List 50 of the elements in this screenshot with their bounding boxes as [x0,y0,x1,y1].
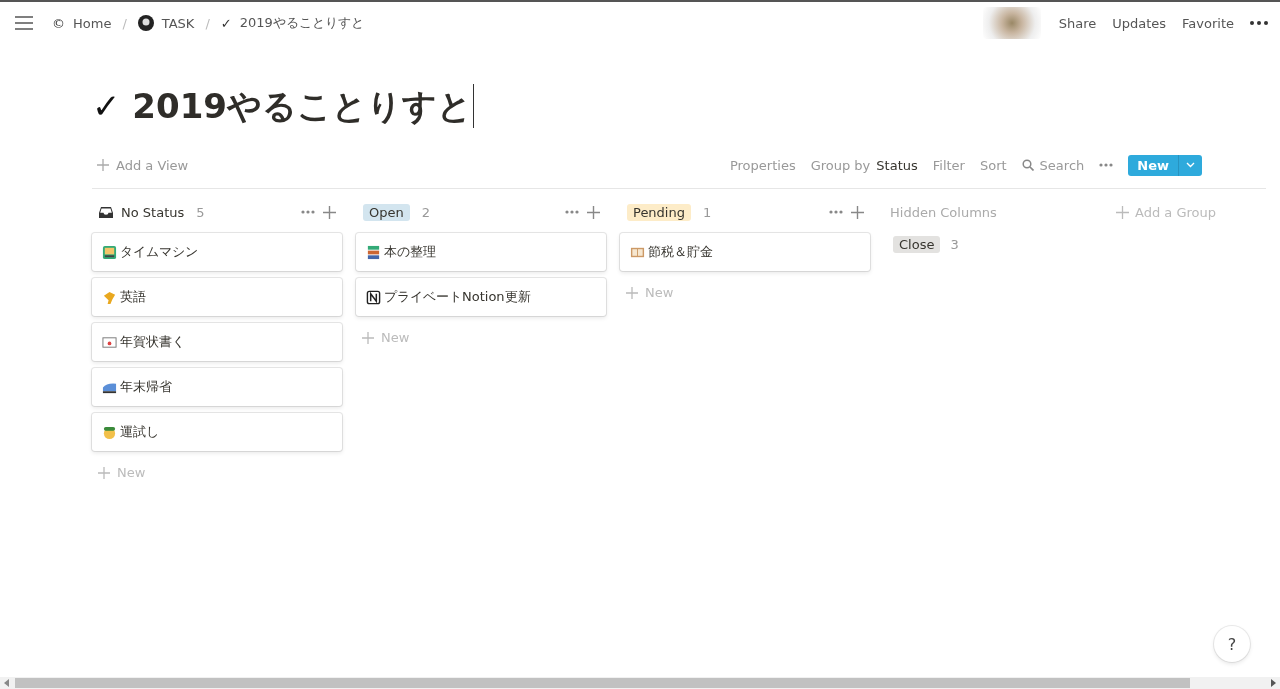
n-logo-icon [366,289,381,305]
hidden-columns-title: Hidden Columns [890,204,998,222]
scroll-right-icon[interactable] [1271,679,1276,687]
add-icon [1116,205,1129,219]
task-card[interactable]: プライベートNotion更新 [356,278,606,316]
inbox-icon [99,205,113,219]
topbar-link[interactable]: Updates [1112,15,1167,31]
task-card[interactable]: 英語 [92,278,342,316]
card-count: 1 [702,204,712,220]
card-count: 2 [421,204,430,220]
books-icon [366,244,381,260]
task-card[interactable]: 節税＆貯金 [620,233,870,271]
breadcrumb-link[interactable]: ✓ 2019やることりすと [217,12,367,34]
tv-icon [102,244,117,260]
chevron-icon [1186,162,1195,168]
menu-icon[interactable] [15,16,33,30]
help-button[interactable]: ? [1214,626,1250,662]
avatar-icon[interactable] [982,7,1041,39]
card-count: 5 [196,204,205,220]
task-card[interactable]: タイムマシン [92,233,342,271]
breadcrumb-separator: / [205,15,210,31]
horizontal-scrollbar[interactable] [0,677,1280,689]
add-icon [97,159,109,171]
search-icon [1021,159,1034,171]
add-icon [362,331,374,344]
topbar-link[interactable]: Share [1058,15,1097,31]
status-tag: Open [363,203,410,221]
group-by-button[interactable]: Group by Status [810,157,918,173]
page-title[interactable]: ✓ 2019やることりすと [92,84,474,128]
column-title: No Status [121,204,185,220]
add-icon[interactable] [587,205,600,219]
task-card[interactable]: 年賀状書く [92,323,342,361]
breadcrumb-separator: / [122,15,127,31]
topbar-link[interactable]: Favorite [1182,15,1234,31]
add-icon[interactable] [323,205,336,219]
breadcrumb-link[interactable]: TASK [134,13,198,33]
add-icon [626,286,638,299]
scroll-left-icon[interactable] [4,679,9,687]
status-tag[interactable]: Close [893,236,941,253]
envelope-icon [102,334,117,350]
task-card[interactable]: 年末帰省 [92,368,342,406]
more-icon[interactable] [1250,21,1268,25]
card-count: 3 [950,237,959,252]
ball-icon [137,15,154,31]
status-tag: Pending [627,203,691,221]
task-card[interactable]: 本の整理 [356,233,606,271]
breadcrumb-link[interactable]: © Home [49,13,115,33]
add-icon [98,466,110,479]
task-card[interactable]: 運試し [92,413,342,451]
add-icon[interactable] [851,205,864,219]
